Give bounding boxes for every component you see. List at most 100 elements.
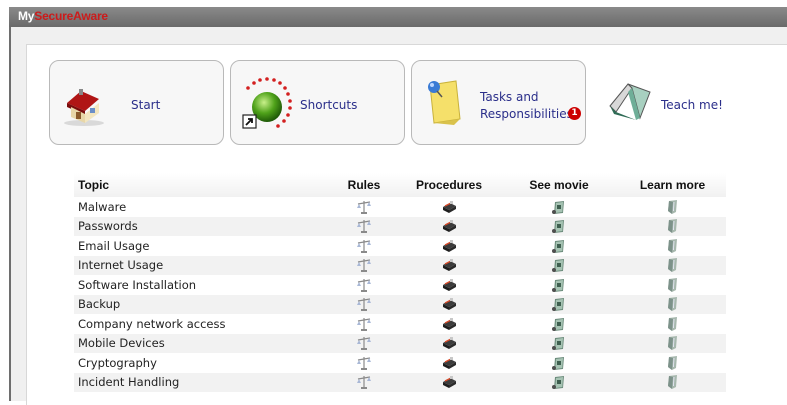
table-row: Backup <box>74 294 726 314</box>
movie-film-icon[interactable] <box>551 297 567 312</box>
tasks-label-line2: Responsibilities <box>480 107 573 121</box>
procedures-cell <box>399 197 499 217</box>
movie-cell <box>499 216 619 236</box>
movie-film-icon[interactable] <box>551 316 567 331</box>
shortcuts-label: Shortcuts <box>300 98 358 112</box>
procedures-book-icon[interactable] <box>441 375 457 389</box>
learn-more-bookmark-icon[interactable] <box>666 297 680 312</box>
procedures-cell <box>399 236 499 256</box>
rules-scale-icon[interactable] <box>356 375 372 390</box>
movie-film-icon[interactable] <box>551 199 567 214</box>
topic-name: Backup <box>74 294 329 314</box>
movie-film-icon[interactable] <box>551 336 567 351</box>
table-row: Mobile Devices <box>74 333 726 353</box>
learn-cell <box>619 353 726 373</box>
app-title-prefix: My <box>18 9 35 23</box>
movie-cell <box>499 353 619 373</box>
rules-cell <box>329 333 399 353</box>
movie-film-icon[interactable] <box>551 258 567 273</box>
topic-name: Malware <box>78 199 127 214</box>
procedures-book-icon[interactable] <box>441 219 457 233</box>
green-orb-shortcut-icon <box>237 71 299 141</box>
learn-more-bookmark-icon[interactable] <box>666 336 680 351</box>
notification-badge: 1 <box>568 107 581 120</box>
header-learn-more: Learn more <box>619 173 726 197</box>
movie-film-icon[interactable] <box>551 355 567 370</box>
learn-cell <box>619 216 726 236</box>
movie-film-icon[interactable] <box>551 238 567 253</box>
topic-name: Software Installation <box>78 277 197 292</box>
rules-scale-icon[interactable] <box>356 316 372 331</box>
learn-more-bookmark-icon[interactable] <box>666 219 680 234</box>
rules-scale-icon[interactable] <box>356 297 372 312</box>
table-row: Software Installation <box>74 275 726 295</box>
teach-me-button[interactable]: Teach me! <box>592 60 767 145</box>
procedures-book-icon[interactable] <box>441 199 457 213</box>
app-window: MySecureAware Start Shortcuts Tasks and … <box>9 7 787 405</box>
rules-scale-icon[interactable] <box>356 219 372 234</box>
procedures-cell <box>399 353 499 373</box>
header-topic: Topic <box>74 173 329 197</box>
procedures-book-icon[interactable] <box>441 355 457 369</box>
table-row: Cryptography <box>74 353 726 373</box>
learn-more-bookmark-icon[interactable] <box>666 238 680 253</box>
procedures-book-icon[interactable] <box>441 297 457 311</box>
rules-cell <box>329 255 399 275</box>
tasks-button[interactable]: Tasks and Responsibilities 1 <box>411 60 586 145</box>
table-row: Company network access <box>74 314 726 334</box>
tasks-label-line1: Tasks and <box>480 90 539 104</box>
topic-name: Company network access <box>78 316 226 331</box>
procedures-book-icon[interactable] <box>441 277 457 291</box>
movie-film-icon[interactable] <box>551 219 567 234</box>
topics-table: Topic Rules Procedures See movie Learn m… <box>74 173 726 392</box>
procedures-cell <box>399 255 499 275</box>
rules-scale-icon[interactable] <box>356 238 372 253</box>
learn-more-bookmark-icon[interactable] <box>666 258 680 273</box>
rules-scale-icon[interactable] <box>356 277 372 292</box>
rules-cell <box>329 314 399 334</box>
learn-more-bookmark-icon[interactable] <box>666 375 680 390</box>
topic-name: Incident Handling <box>74 372 329 392</box>
movie-film-icon[interactable] <box>551 375 567 390</box>
procedures-book-icon[interactable] <box>441 336 457 350</box>
rules-scale-icon[interactable] <box>356 199 372 214</box>
rules-cell <box>329 216 399 236</box>
table-row: Passwords <box>74 216 726 236</box>
topics-table-body: Malware Passwords Email Usage Internet Usag… <box>74 197 726 392</box>
movie-cell <box>499 372 619 392</box>
movie-cell <box>499 275 619 295</box>
table-header-row: Topic Rules Procedures See movie Learn m… <box>74 173 726 197</box>
procedures-cell <box>399 294 499 314</box>
topic-name: Passwords <box>74 216 329 236</box>
open-book-icon <box>606 78 656 126</box>
movie-cell <box>499 197 619 217</box>
procedures-book-icon[interactable] <box>441 258 457 272</box>
rules-cell <box>329 294 399 314</box>
learn-more-bookmark-icon[interactable] <box>666 199 680 214</box>
start-label: Start <box>131 98 161 112</box>
procedures-cell <box>399 372 499 392</box>
rules-cell <box>329 236 399 256</box>
learn-cell <box>619 314 726 334</box>
table-row: Incident Handling <box>74 372 726 392</box>
movie-film-icon[interactable] <box>551 277 567 292</box>
learn-more-bookmark-icon[interactable] <box>666 277 680 292</box>
rules-scale-icon[interactable] <box>356 258 372 273</box>
app-title: MySecureAware <box>18 9 108 23</box>
procedures-cell <box>399 275 499 295</box>
procedures-cell <box>399 216 499 236</box>
learn-more-bookmark-icon[interactable] <box>666 355 680 370</box>
rules-scale-icon[interactable] <box>356 355 372 370</box>
app-title-brand: SecureAware <box>34 9 108 23</box>
movie-cell <box>499 333 619 353</box>
shortcuts-button[interactable]: Shortcuts <box>230 60 405 145</box>
movie-cell <box>499 294 619 314</box>
rules-scale-icon[interactable] <box>356 336 372 351</box>
procedures-book-icon[interactable] <box>441 316 457 330</box>
learn-cell <box>619 372 726 392</box>
learn-more-bookmark-icon[interactable] <box>666 316 680 331</box>
movie-cell <box>499 236 619 256</box>
table-row: Internet Usage <box>74 255 726 275</box>
start-button[interactable]: Start <box>49 60 224 145</box>
procedures-book-icon[interactable] <box>441 238 457 252</box>
